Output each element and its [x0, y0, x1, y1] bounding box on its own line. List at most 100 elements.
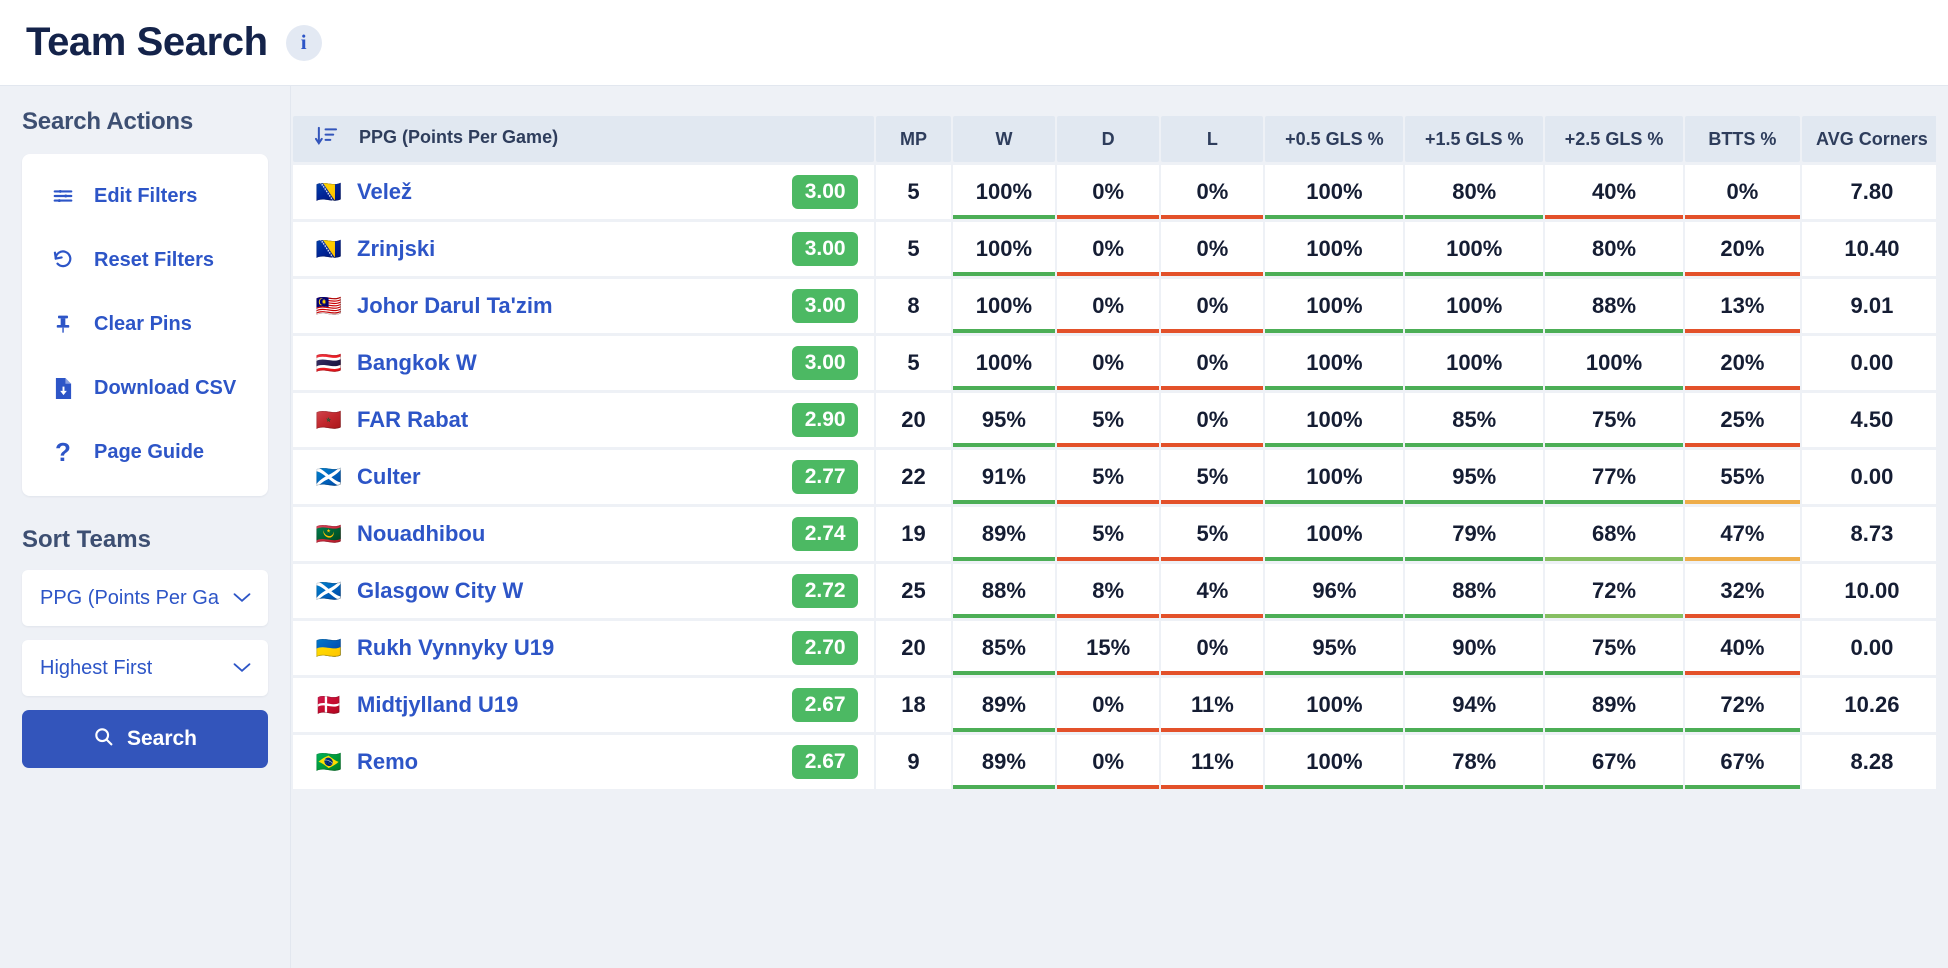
cell-indicator-bar — [1684, 785, 1800, 789]
cell-indicator-bar — [1545, 671, 1683, 675]
sort-field-select[interactable]: PPG (Points Per Ga — [22, 570, 268, 626]
column-header-gls05[interactable]: +0.5 GLS % — [1265, 116, 1404, 162]
table-row[interactable]: 🇲🇦 FAR Rabat 2.90 20 95% 5% 0% 100% 85% 75% 25% 4.5… — [293, 393, 1942, 447]
cell-value: 7.80 — [1850, 179, 1894, 204]
search-button[interactable]: Search — [22, 710, 268, 768]
column-header-l[interactable]: L — [1161, 116, 1264, 162]
team-cell[interactable]: 🇧🇷 Remo 2.67 — [293, 735, 875, 789]
country-flag-icon: 🇲🇷 — [315, 522, 343, 546]
cell-g05: 100% — [1265, 222, 1404, 276]
table-row[interactable]: 🇹🇭 Bangkok W 3.00 5 100% 0% 0% 100% 100% 100% 20% 0… — [293, 336, 1942, 390]
sort-column-label: PPG (Points Per Game) — [359, 127, 559, 147]
cell-g25: 67% — [1545, 735, 1683, 789]
table-row[interactable]: 🇲🇷 Nouadhibou 2.74 19 89% 5% 5% 100% 79% 68% 47% 8.… — [293, 507, 1942, 561]
cell-value: 90% — [1452, 635, 1497, 660]
column-header-corners[interactable]: AVG Corners — [1801, 116, 1942, 162]
action-edit-filters[interactable]: Edit Filters — [22, 164, 268, 228]
cell-value: 0% — [1196, 350, 1229, 375]
table-row[interactable]: 🇩🇰 Midtjylland U19 2.67 18 89% 0% 11% 100% 94% 89… — [293, 678, 1942, 732]
action-reset-filters[interactable]: Reset Filters — [22, 228, 268, 292]
team-cell[interactable]: 🇲🇦 FAR Rabat 2.90 — [293, 393, 875, 447]
cell-value: 25 — [901, 578, 926, 603]
team-cell[interactable]: 🇲🇾 Johor Darul Ta'zim 3.00 — [293, 279, 875, 333]
cell-g15: 95% — [1405, 450, 1544, 504]
column-header-mp[interactable]: MP — [876, 116, 951, 162]
cell-indicator-bar — [1545, 443, 1683, 447]
team-name-link[interactable]: Rukh Vynnyky U19 — [357, 635, 554, 661]
cell-value: 4.50 — [1850, 407, 1894, 432]
cell-indicator-bar — [1265, 272, 1404, 276]
column-header-btts[interactable]: BTTS % — [1684, 116, 1800, 162]
cell-indicator-bar — [1161, 329, 1264, 333]
cell-indicator-bar — [1265, 785, 1404, 789]
team-name-link[interactable]: Velež — [357, 179, 412, 205]
cell-l: 0% — [1161, 393, 1264, 447]
cell-btts: 32% — [1684, 564, 1800, 618]
info-icon[interactable]: i — [285, 24, 322, 61]
cell-value: 8.73 — [1850, 521, 1894, 546]
action-download-csv[interactable]: Download CSV — [22, 356, 268, 420]
cell-indicator-bar — [1802, 785, 1942, 789]
table-row[interactable]: 🇧🇷 Remo 2.67 9 89% 0% 11% 100% 78% 67% 67% 8.28 — [293, 735, 1942, 789]
cell-value: 88% — [981, 578, 1026, 603]
team-cell[interactable]: 🇹🇭 Bangkok W 3.00 — [293, 336, 875, 390]
cell-value: 0% — [1092, 293, 1125, 318]
cell-g05: 96% — [1265, 564, 1404, 618]
cell-g15: 90% — [1405, 621, 1544, 675]
cell-value: 8% — [1092, 578, 1125, 603]
cell-value: 100% — [1585, 350, 1643, 375]
cell-w: 88% — [952, 564, 1056, 618]
table-row[interactable]: 🇧🇦 Velež 3.00 5 100% 0% 0% 100% 80% 40% 0% 7.80 — [293, 165, 1942, 219]
cell-value: 5% — [1092, 407, 1125, 432]
team-cell[interactable]: 🇲🇷 Nouadhibou 2.74 — [293, 507, 875, 561]
column-header-w[interactable]: W — [952, 116, 1056, 162]
team-name-link[interactable]: Bangkok W — [357, 350, 477, 376]
action-page-guide[interactable]: ? Page Guide — [22, 420, 268, 484]
team-name-link[interactable]: Johor Darul Ta'zim — [357, 293, 553, 319]
cell-indicator-bar — [1057, 329, 1160, 333]
team-cell[interactable]: 🇩🇰 Midtjylland U19 2.67 — [293, 678, 875, 732]
cell-btts: 0% — [1684, 165, 1800, 219]
team-cell[interactable]: 🇧🇦 Velež 3.00 — [293, 165, 875, 219]
cell-indicator-bar — [952, 329, 1056, 333]
column-header-gls15[interactable]: +1.5 GLS % — [1405, 116, 1544, 162]
sort-order-select[interactable]: Highest First — [22, 640, 268, 696]
table-row[interactable]: 🏴󠁧󠁢󠁳󠁣󠁴󠁿 Glasgow City W 2.72 25 88% 8% 4% 96% 88%… — [293, 564, 1942, 618]
table-body: 🇧🇦 Velež 3.00 5 100% 0% 0% 100% 80% 40% 0% 7.80 🇧🇦 Zr… — [293, 165, 1942, 789]
team-name-link[interactable]: Culter — [357, 464, 421, 490]
cell-indicator-bar — [1405, 728, 1544, 732]
cell-value: 95% — [981, 407, 1026, 432]
table-row[interactable]: 🇲🇾 Johor Darul Ta'zim 3.00 8 100% 0% 0% 100% 100… — [293, 279, 1942, 333]
vertical-scrollbar[interactable] — [1936, 86, 1948, 968]
column-header-team-ppg[interactable]: PPG (Points Per Game) — [293, 116, 875, 162]
cell-value: 47% — [1720, 521, 1765, 546]
team-name-link[interactable]: Zrinjski — [357, 236, 435, 262]
column-header-gls25[interactable]: +2.5 GLS % — [1545, 116, 1683, 162]
cell-mp: 20 — [876, 393, 951, 447]
country-flag-icon: 🇹🇭 — [315, 351, 343, 375]
cell-indicator-bar — [1265, 500, 1404, 504]
table-row[interactable]: 🇺🇦 Rukh Vynnyky U19 2.70 20 85% 15% 0% 95% 90% 75… — [293, 621, 1942, 675]
team-cell[interactable]: 🏴󠁧󠁢󠁳󠁣󠁴󠁿 Glasgow City W 2.72 — [293, 564, 875, 618]
table-head: PPG (Points Per Game) MP W D L +0.5 GLS … — [293, 116, 1942, 162]
cell-corners: 4.50 — [1801, 393, 1942, 447]
cell-w: 89% — [952, 735, 1056, 789]
team-name-link[interactable]: Midtjylland U19 — [357, 692, 518, 718]
cell-value: 55% — [1720, 464, 1765, 489]
table-row[interactable]: 🇧🇦 Zrinjski 3.00 5 100% 0% 0% 100% 100% 80% 20% 10.… — [293, 222, 1942, 276]
team-name-link[interactable]: Nouadhibou — [357, 521, 485, 547]
cell-corners: 0.00 — [1801, 450, 1942, 504]
team-cell[interactable]: 🇺🇦 Rukh Vynnyky U19 2.70 — [293, 621, 875, 675]
action-clear-pins[interactable]: Clear Pins — [22, 292, 268, 356]
cell-value: 100% — [1446, 236, 1503, 261]
cell-value: 100% — [975, 236, 1033, 261]
action-label: Edit Filters — [94, 184, 198, 207]
column-header-d[interactable]: D — [1057, 116, 1160, 162]
team-name-link[interactable]: Remo — [357, 749, 418, 775]
team-cell[interactable]: 🏴󠁧󠁢󠁳󠁣󠁴󠁿 Culter 2.77 — [293, 450, 875, 504]
team-name-link[interactable]: FAR Rabat — [357, 407, 468, 433]
table-row[interactable]: 🏴󠁧󠁢󠁳󠁣󠁴󠁿 Culter 2.77 22 91% 5% 5% 100% 95% 77% 55% 0… — [293, 450, 1942, 504]
cell-indicator-bar — [876, 329, 951, 333]
team-cell[interactable]: 🇧🇦 Zrinjski 3.00 — [293, 222, 875, 276]
team-name-link[interactable]: Glasgow City W — [357, 578, 523, 604]
